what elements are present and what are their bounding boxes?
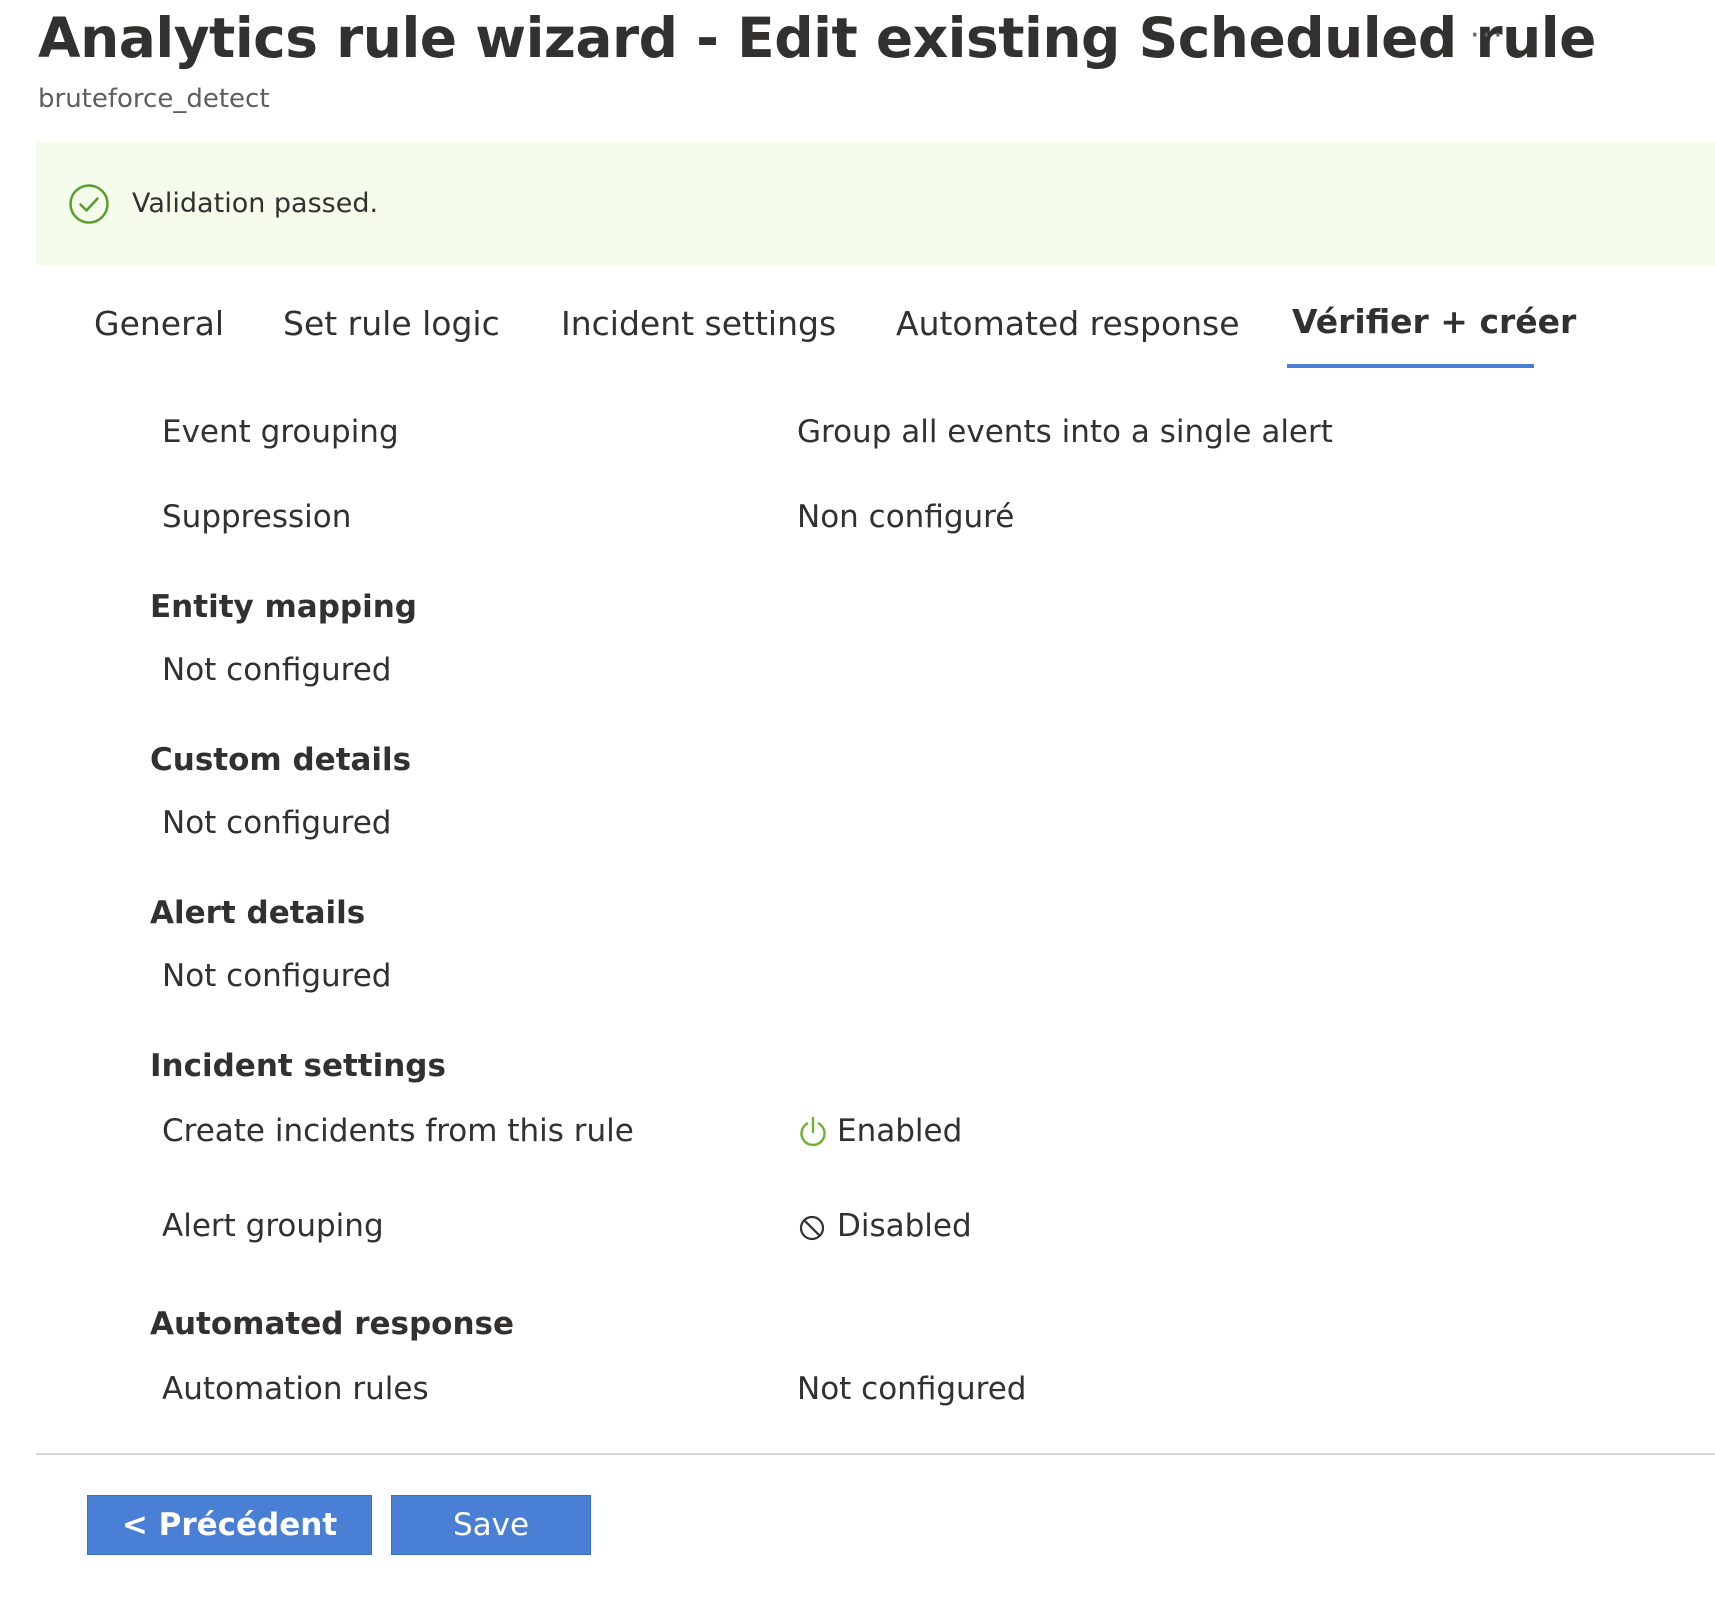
entity-mapping-heading: Entity mapping xyxy=(150,589,417,625)
suppression-label: Suppression xyxy=(162,499,352,535)
entity-mapping-value: Not configured xyxy=(162,652,392,688)
create-incidents-status: Enabled xyxy=(797,1113,962,1149)
tab-set-rule-logic[interactable]: Set rule logic xyxy=(283,304,500,343)
power-icon xyxy=(797,1114,829,1148)
tab-incident-settings[interactable]: Incident settings xyxy=(561,304,836,343)
alert-grouping-value: Disabled xyxy=(837,1208,972,1244)
automation-rules-label: Automation rules xyxy=(162,1371,429,1407)
custom-details-value: Not configured xyxy=(162,805,392,841)
validation-message: Validation passed. xyxy=(132,188,379,219)
page-title: Analytics rule wizard - Edit existing Sc… xyxy=(38,6,1596,70)
automated-response-heading: Automated response xyxy=(150,1306,515,1342)
custom-details-heading: Custom details xyxy=(150,742,412,778)
tab-general[interactable]: General xyxy=(94,304,224,343)
check-circle-icon xyxy=(68,183,110,225)
blocked-icon xyxy=(797,1209,829,1243)
footer-divider xyxy=(36,1453,1715,1455)
previous-button[interactable]: < Précédent xyxy=(87,1495,372,1555)
suppression-value: Non configuré xyxy=(797,499,1015,535)
event-grouping-label: Event grouping xyxy=(162,414,399,450)
alert-grouping-label: Alert grouping xyxy=(162,1208,384,1244)
save-button[interactable]: Save xyxy=(391,1495,591,1555)
tab-review-create[interactable]: Vérifier + créer xyxy=(1292,302,1576,341)
validation-banner: Validation passed. xyxy=(36,142,1715,265)
alert-details-value: Not configured xyxy=(162,958,392,994)
event-grouping-value: Group all events into a single alert xyxy=(797,414,1333,450)
alert-grouping-status: Disabled xyxy=(797,1208,972,1244)
incident-settings-heading: Incident settings xyxy=(150,1048,446,1084)
alert-details-heading: Alert details xyxy=(150,895,366,931)
active-tab-indicator xyxy=(1287,364,1534,368)
page-subtitle: bruteforce_detect xyxy=(38,84,270,114)
more-options-icon[interactable]: ··· xyxy=(1470,18,1505,53)
tab-automated-response[interactable]: Automated response xyxy=(896,304,1240,343)
create-incidents-label: Create incidents from this rule xyxy=(162,1113,634,1149)
automation-rules-value: Not configured xyxy=(797,1371,1027,1407)
create-incidents-value: Enabled xyxy=(837,1113,963,1149)
